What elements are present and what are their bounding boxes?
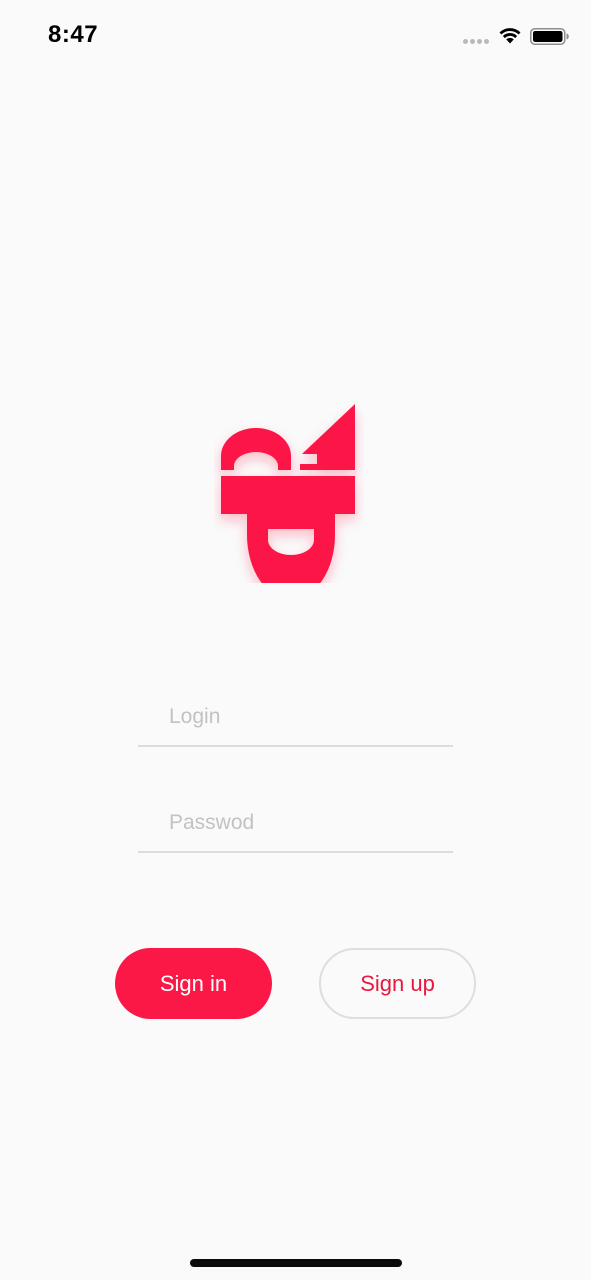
battery-icon [530,28,569,45]
login-input[interactable] [138,689,453,745]
login-field [138,689,453,747]
status-bar: 8:47 [0,0,591,72]
password-field [138,795,453,853]
sign-in-button[interactable]: Sign in [115,948,272,1019]
sign-up-button[interactable]: Sign up [319,948,476,1019]
wifi-icon [499,28,521,44]
sign-up-label: Sign up [360,970,435,996]
home-indicator[interactable] [190,1259,402,1267]
cellular-signal-icon [463,39,491,45]
app-logo [221,404,355,583]
password-input[interactable] [138,795,453,851]
status-time: 8:47 [48,21,99,48]
sign-in-label: Sign in [159,970,228,996]
